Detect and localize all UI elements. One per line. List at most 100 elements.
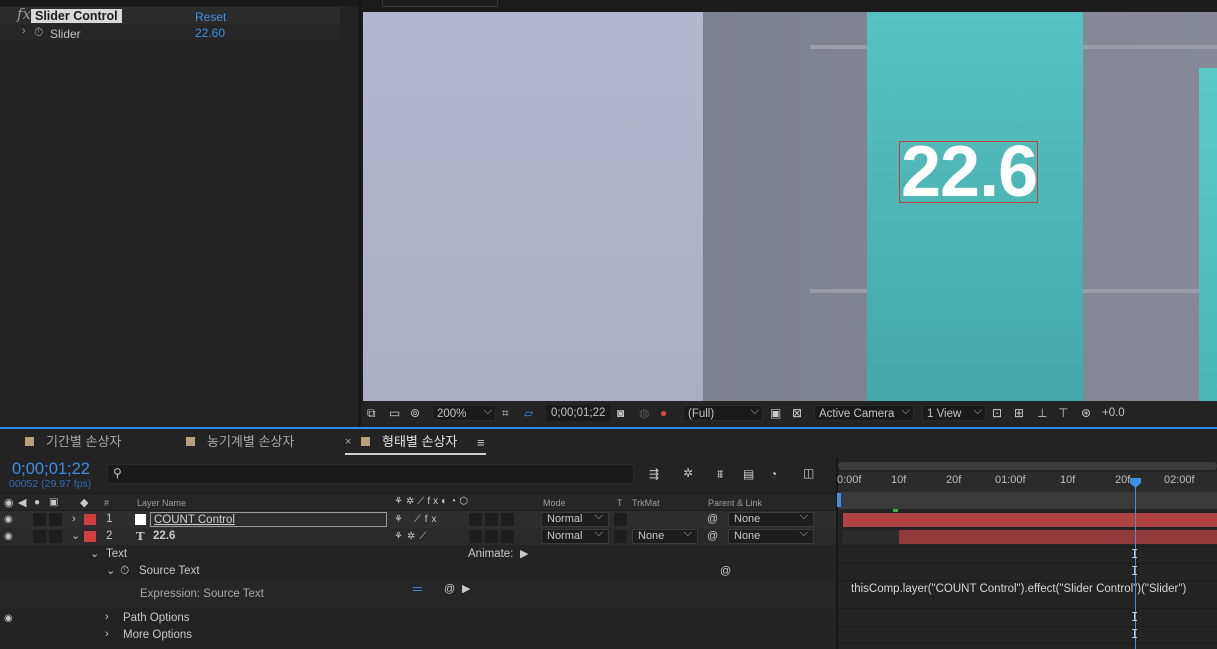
col-mode[interactable]: Mode	[543, 498, 566, 508]
comp-count-text[interactable]: 22.6	[899, 136, 1038, 208]
chevron-down-icon[interactable]: ⌄	[106, 564, 115, 578]
chevron-right-icon[interactable]: ›	[72, 512, 76, 526]
panel-menu-icon[interactable]: ≡	[477, 435, 485, 450]
chevron-right-icon[interactable]: ›	[105, 610, 109, 624]
lock-switch[interactable]	[49, 513, 62, 526]
preserve-transparency-box[interactable]	[614, 530, 627, 543]
keyframe-marker[interactable]	[893, 509, 898, 512]
switch-box[interactable]	[469, 513, 482, 526]
views-dropdown[interactable]: 1 View	[922, 403, 986, 421]
animate-menu-icon[interactable]: ▶	[520, 547, 528, 561]
layer-name[interactable]: 22.6	[153, 528, 175, 545]
pick-whip-icon[interactable]: @	[707, 529, 718, 543]
lock-icon[interactable]: ▣	[49, 496, 58, 510]
expression-pickwhip-icon[interactable]: @	[444, 582, 455, 596]
mask-visibility-icon[interactable]: ▱	[524, 406, 533, 420]
snapshot-camera-icon[interactable]: ◙	[617, 406, 624, 420]
work-area-start-marker[interactable]	[837, 493, 841, 507]
layer-name[interactable]: COUNT Control	[150, 512, 387, 527]
expression-enable-icon[interactable]: ＝	[411, 583, 424, 597]
layer-duration-bar[interactable]	[899, 530, 1217, 544]
trkmat-dropdown[interactable]: None	[632, 527, 698, 544]
lock-switch[interactable]	[49, 530, 62, 543]
shy-layers-icon[interactable]: ⩩	[717, 467, 723, 481]
graph-editor-icon[interactable]: ◫	[803, 466, 814, 480]
exposure-value[interactable]: +0.0	[1102, 405, 1125, 421]
work-area-bar[interactable]	[838, 462, 1217, 470]
layer-label-color[interactable]	[84, 531, 96, 542]
expression-code[interactable]: thisComp.layer("COUNT Control").effect("…	[851, 582, 1186, 596]
show-snapshot-icon[interactable]: ◍	[639, 406, 649, 420]
eye-icon[interactable]: ◉	[4, 513, 13, 527]
chevron-right-icon[interactable]: ›	[105, 627, 109, 641]
always-preview-icon[interactable]: ⧉	[367, 406, 376, 420]
chevron-down-icon[interactable]: ⌄	[90, 547, 99, 561]
close-tab-icon[interactable]: ×	[345, 436, 351, 448]
composition-canvas[interactable]: 22.6	[363, 12, 1217, 401]
fx-icon[interactable]: fx	[17, 5, 31, 23]
fast-preview-icon[interactable]: ⊞	[1014, 406, 1024, 420]
resolution-dropdown[interactable]: (Full)	[683, 403, 763, 421]
layer-switches-icons[interactable]: ⚘ ⟋fx	[394, 513, 441, 527]
region-of-interest-icon[interactable]: ▣	[770, 406, 781, 420]
chevron-down-icon[interactable]: ⌄	[71, 529, 80, 543]
switch-box[interactable]	[501, 530, 514, 543]
col-t[interactable]: T	[617, 498, 623, 508]
col-trkmat[interactable]: TrkMat	[632, 498, 660, 508]
camera-dropdown[interactable]: Active Camera	[814, 403, 914, 421]
tab-machinery[interactable]: 농기계별 손상자	[186, 434, 294, 450]
layer-switches-icons[interactable]: ⚘✲⟋	[394, 530, 430, 544]
stopwatch-icon[interactable]: ⏱	[120, 563, 129, 577]
layer-search-input[interactable]	[107, 464, 634, 484]
effect-name[interactable]: Slider Control	[31, 9, 122, 23]
switch-box[interactable]	[485, 530, 498, 543]
switch-box[interactable]	[501, 513, 514, 526]
col-layer-name[interactable]: Layer Name	[137, 498, 186, 508]
mode-dropdown[interactable]: Normal	[541, 510, 609, 527]
draft-3d-icon[interactable]: ✲	[683, 466, 693, 480]
audio-icon[interactable]: ◀	[18, 496, 26, 510]
timeline-icon[interactable]: ⊥	[1037, 406, 1047, 420]
tab-period[interactable]: 기간별 손상자	[25, 434, 121, 450]
flowchart-icon[interactable]: ⊤	[1058, 406, 1068, 420]
chevron-right-icon[interactable]: ›	[22, 25, 26, 37]
eye-icon[interactable]: ◉	[4, 496, 14, 510]
solo-switch[interactable]	[33, 513, 46, 526]
motion-blur-icon[interactable]: ◔	[770, 467, 777, 481]
parent-dropdown[interactable]: None	[728, 527, 814, 544]
text-group-label[interactable]: Text	[106, 546, 127, 563]
tab-type[interactable]: 형태별 손상자	[361, 434, 457, 450]
eye-icon[interactable]: ◉	[4, 530, 13, 544]
more-options-label[interactable]: More Options	[123, 627, 192, 644]
layer-label-color[interactable]	[84, 514, 96, 525]
layer-duration-bar[interactable]	[843, 513, 1217, 527]
switch-box[interactable]	[469, 530, 482, 543]
slider-param-value[interactable]: 22.60	[195, 26, 225, 40]
col-hash[interactable]: #	[104, 498, 109, 508]
col-parent[interactable]: Parent & Link	[708, 498, 762, 508]
viewer-timecode[interactable]: 0;00;01;22	[546, 405, 610, 421]
source-text-label[interactable]: Source Text	[139, 563, 200, 580]
pick-whip-icon[interactable]: @	[707, 512, 718, 526]
eye-icon[interactable]: ◉	[4, 612, 13, 626]
switch-box[interactable]	[485, 513, 498, 526]
solo-icon[interactable]: ●	[34, 496, 40, 510]
preserve-transparency-box[interactable]	[614, 513, 627, 526]
path-options-label[interactable]: Path Options	[123, 610, 189, 627]
expression-language-menu-icon[interactable]: ▶	[462, 582, 470, 596]
monitor-icon[interactable]: ▭	[389, 406, 400, 420]
color-channels-icon[interactable]: ●	[660, 406, 667, 420]
reset-link[interactable]: Reset	[195, 10, 226, 24]
reset-exposure-icon[interactable]: ⊛	[1081, 406, 1091, 420]
comp-flowchart-icon[interactable]: ⇶	[649, 467, 659, 481]
pick-whip-icon[interactable]: @	[720, 564, 731, 578]
viewer-comp-tab[interactable]	[382, 0, 498, 7]
parent-dropdown[interactable]: None	[728, 510, 814, 527]
timeline-timecode[interactable]: 0;00;01;22	[12, 460, 90, 478]
transparency-grid-icon[interactable]: ⊠	[792, 406, 802, 420]
vr-goggles-icon[interactable]: ⊚	[410, 406, 420, 420]
label-tag-icon[interactable]: ◆	[80, 496, 88, 510]
stopwatch-icon[interactable]: ⏱	[34, 25, 43, 40]
toggle-pixel-aspect-icon[interactable]: ⊡	[992, 406, 1002, 420]
frame-blending-icon[interactable]: ▤	[743, 467, 754, 481]
